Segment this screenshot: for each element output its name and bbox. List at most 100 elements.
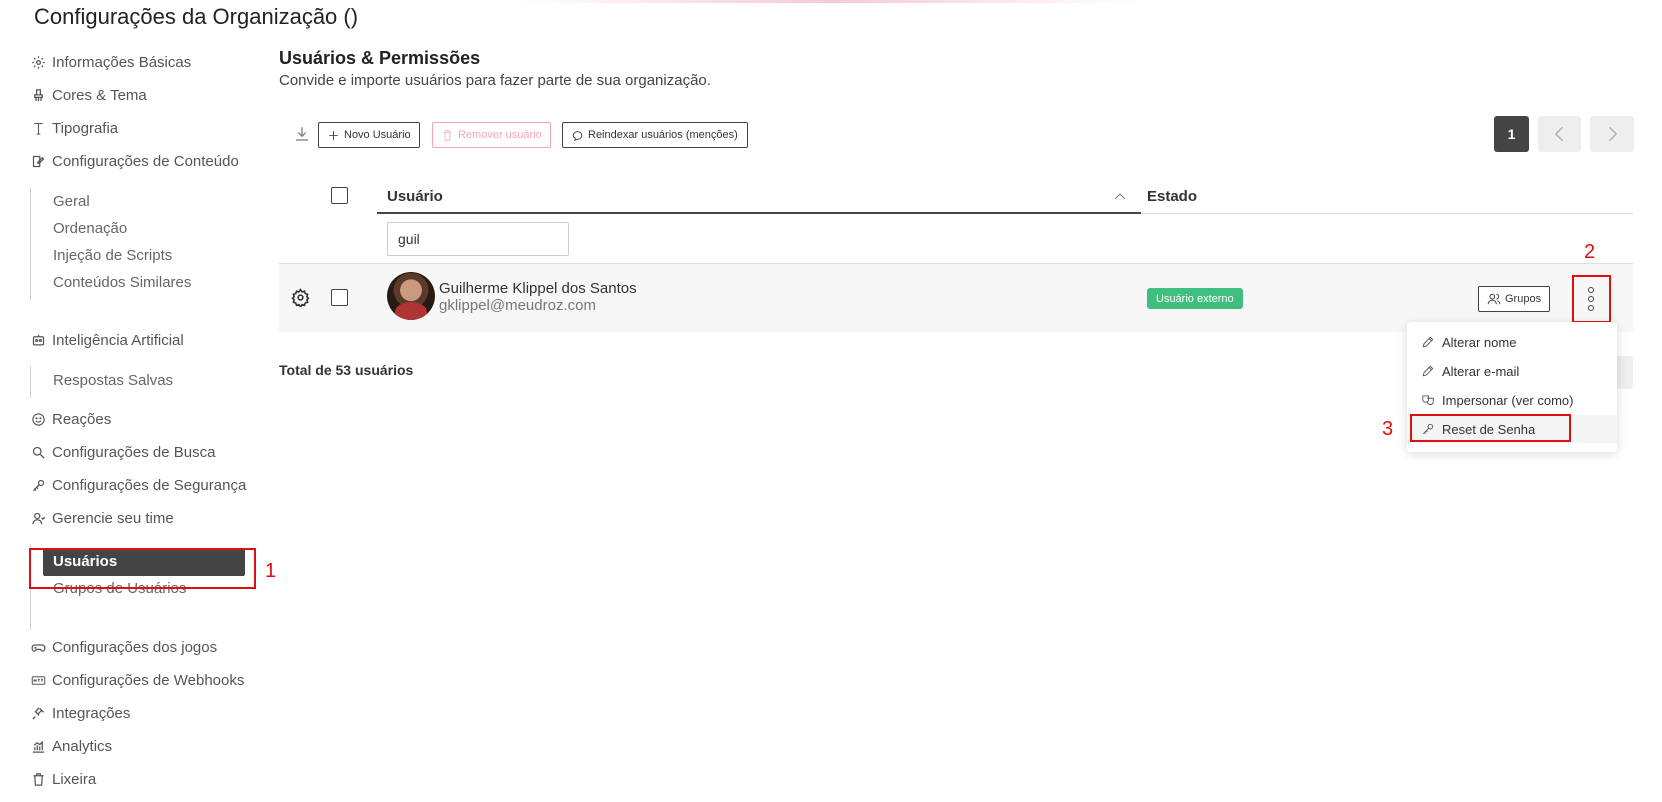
sidebar-item-label: Reações	[52, 411, 112, 428]
annotation-box-3	[1410, 414, 1571, 442]
new-user-label: Novo Usuário	[344, 129, 411, 141]
select-all-checkbox[interactable]	[331, 187, 348, 204]
gear-icon	[30, 55, 46, 71]
pencil-icon	[1422, 336, 1434, 348]
sidebar-item-label: Lixeira	[52, 771, 97, 788]
sidebar-item-label: Configurações de Busca	[52, 444, 216, 461]
sidebar-item-webhooks[interactable]: Configurações de Webhooks	[30, 672, 244, 689]
reindex-users-label: Reindexar usuários (menções)	[588, 129, 738, 141]
gear-icon[interactable]	[291, 288, 310, 309]
column-header-state[interactable]: Estado	[1147, 188, 1197, 205]
menu-item-change-email[interactable]: Alterar e-mail	[1407, 357, 1617, 385]
user-filter-input[interactable]	[387, 222, 569, 256]
remove-user-label: Remover usuário	[458, 129, 542, 141]
users-icon	[1487, 293, 1501, 305]
sidebar-subitem-similar-content[interactable]: Conteúdos Similares	[53, 274, 191, 291]
chevron-right-icon	[1609, 126, 1618, 142]
sidebar-subitem-saved-answers[interactable]: Respostas Salvas	[53, 372, 173, 389]
http-icon	[30, 673, 46, 689]
sidebar-item-label: Analytics	[52, 738, 113, 755]
sidebar-item-ai[interactable]: Inteligência Artificial	[30, 332, 184, 349]
row-checkbox[interactable]	[331, 289, 348, 306]
search-icon	[30, 445, 46, 461]
annotation-box-2	[1572, 275, 1611, 323]
menu-item-label: Alterar e-mail	[1442, 363, 1520, 379]
sidebar-item-label: Cores & Tema	[52, 87, 147, 104]
sidebar-item-label: Integrações	[52, 705, 131, 722]
sidebar-item-label: Configurações de Webhooks	[52, 672, 245, 689]
sidebar-item-reactions[interactable]: Reações	[30, 411, 111, 428]
mask-icon	[1422, 395, 1434, 406]
annotation-number-2: 2	[1584, 241, 1596, 263]
annotation-box-1	[29, 548, 256, 589]
plus-icon	[329, 130, 338, 140]
section-title: Usuários & Permissões	[279, 48, 481, 68]
sidebar-item-integrations[interactable]: Integrações	[30, 705, 130, 722]
sidebar-item-content-settings[interactable]: Configurações de Conteúdo	[30, 153, 239, 170]
pagination-next-button[interactable]	[1590, 116, 1634, 152]
hidden-button-edge	[1615, 356, 1633, 389]
section-description: Convide e importe usuários para fazer pa…	[279, 72, 711, 89]
groups-button-label: Grupos	[1505, 293, 1542, 305]
menu-item-impersonate[interactable]: Impersonar (ver como)	[1407, 386, 1617, 414]
robot-icon	[30, 333, 46, 349]
total-users-count: Total de 53 usuários	[279, 362, 414, 378]
sidebar-item-label: Configurações de Segurança	[52, 477, 247, 494]
chevron-left-icon	[1554, 126, 1563, 142]
sort-ascending-icon[interactable]	[1112, 188, 1128, 204]
new-user-button[interactable]: Novo Usuário	[318, 122, 420, 148]
menu-item-label: Impersonar (ver como)	[1442, 392, 1574, 408]
avatar	[387, 272, 435, 320]
column-header-user[interactable]: Usuário	[387, 188, 443, 205]
remove-user-button[interactable]: Remover usuário	[432, 122, 551, 148]
reindex-users-button[interactable]: Reindexar usuários (menções)	[562, 122, 748, 148]
user-email: gklippel@meudroz.com	[439, 297, 596, 314]
sidebar-item-label: Gerencie seu time	[52, 510, 174, 527]
sidebar-item-search-settings[interactable]: Configurações de Busca	[30, 444, 215, 461]
sidebar-item-label: Configurações de Conteúdo	[52, 153, 239, 170]
groups-button[interactable]: Grupos	[1478, 286, 1551, 312]
gamepad-icon	[30, 640, 46, 656]
sidebar-item-label: Inteligência Artificial	[52, 332, 184, 349]
status-badge: Usuário externo	[1147, 288, 1243, 309]
chart-icon	[30, 739, 46, 755]
download-icon[interactable]	[293, 125, 311, 143]
page-title: Configurações da Organização ()	[34, 4, 359, 29]
pagination-prev-button[interactable]	[1538, 116, 1581, 152]
paint-brush-icon	[30, 88, 46, 104]
sidebar-item-trash[interactable]: Lixeira	[30, 771, 96, 788]
top-decoration	[520, 0, 1140, 3]
sidebar-subitem-ordering[interactable]: Ordenação	[53, 220, 127, 237]
menu-item-label: Alterar nome	[1442, 334, 1517, 350]
sidebar-item-label: Tipografia	[52, 120, 119, 137]
pagination-current-page[interactable]: 1	[1494, 116, 1529, 152]
sidebar-subitem-script-injection[interactable]: Injeção de Scripts	[53, 247, 172, 264]
sidebar-item-colors[interactable]: Cores & Tema	[30, 87, 147, 104]
header-underline-active	[377, 212, 1141, 214]
chat-bubble-icon	[572, 130, 583, 141]
menu-item-rename[interactable]: Alterar nome	[1407, 328, 1617, 356]
smile-icon	[30, 412, 46, 428]
sidebar-item-label: Configurações dos jogos	[52, 639, 218, 656]
ai-submenu: Respostas Salvas	[30, 366, 173, 398]
sidebar-item-game-settings[interactable]: Configurações dos jogos	[30, 639, 217, 656]
user-name: Guilherme Klippel dos Santos	[439, 280, 637, 297]
content-submenu: Geral Ordenação Injeção de Scripts Conte…	[30, 188, 191, 300]
sidebar-item-manage-team[interactable]: Gerencie seu time	[30, 510, 174, 527]
sidebar-item-typography[interactable]: Tipografia	[30, 120, 118, 137]
sidebar-item-analytics[interactable]: Analytics	[30, 738, 112, 755]
trash-icon	[30, 772, 46, 788]
text-icon	[30, 121, 46, 137]
header-underline	[1141, 213, 1633, 214]
sidebar-subitem-general[interactable]: Geral	[53, 193, 90, 210]
key-icon	[30, 478, 46, 494]
team-icon	[30, 511, 46, 527]
pencil-icon	[1422, 365, 1434, 377]
annotation-number-3: 3	[1382, 418, 1394, 440]
trash-icon	[443, 129, 452, 141]
sidebar-item-basic-info[interactable]: Informações Básicas	[30, 54, 191, 71]
edit-icon	[30, 154, 46, 170]
sidebar-item-security-settings[interactable]: Configurações de Segurança	[30, 477, 246, 494]
plug-icon	[30, 706, 46, 722]
annotation-number-1: 1	[265, 560, 277, 582]
